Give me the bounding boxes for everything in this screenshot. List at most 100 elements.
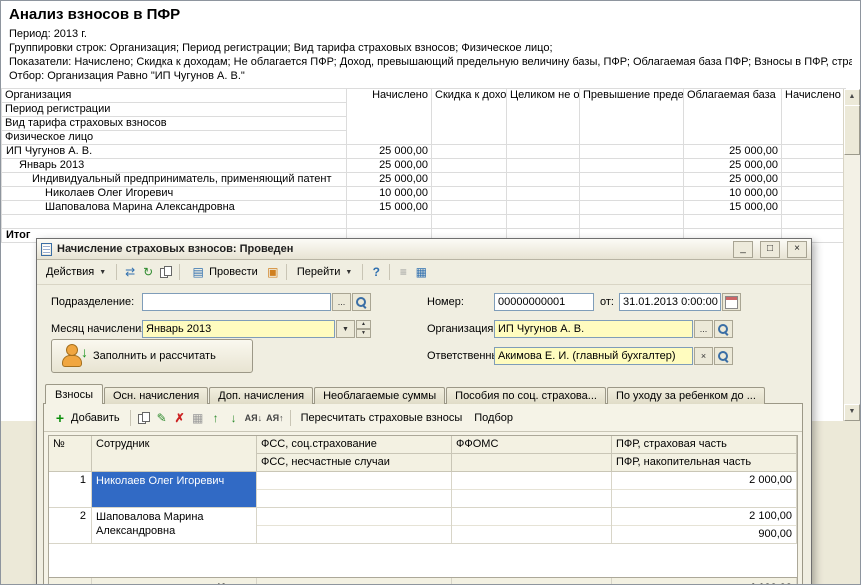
- ffoms-value-bottom[interactable]: [452, 489, 611, 507]
- report-cell[interactable]: [782, 173, 846, 187]
- goto-menu-button[interactable]: Перейти ▼: [292, 264, 358, 280]
- report-cell[interactable]: [432, 173, 507, 187]
- department-search-button[interactable]: [352, 293, 371, 311]
- pfr-value-top[interactable]: 2 100,00: [612, 508, 796, 525]
- report-cell[interactable]: [580, 159, 684, 173]
- report-cell[interactable]: [782, 145, 846, 159]
- ffoms-cell[interactable]: [452, 508, 612, 544]
- fss-value-top[interactable]: [257, 472, 451, 489]
- post-button[interactable]: ▤ Провести: [185, 262, 263, 282]
- copy-row-icon[interactable]: [136, 410, 152, 426]
- scrollbar-thumb[interactable]: [844, 105, 860, 155]
- pfr-value-bottom[interactable]: [612, 489, 796, 507]
- list-settings-icon[interactable]: ≡: [395, 264, 411, 280]
- delete-row-icon[interactable]: ✗: [172, 410, 188, 426]
- report-row-label[interactable]: Индивидуальный предприниматель, применяю…: [2, 173, 347, 187]
- report-cell[interactable]: [432, 215, 507, 229]
- organization-ellipsis-button[interactable]: ...: [694, 320, 713, 338]
- report-row-label[interactable]: [2, 215, 347, 229]
- help-icon[interactable]: ?: [368, 264, 384, 280]
- copy-icon[interactable]: [158, 264, 174, 280]
- ffoms-value-top[interactable]: [452, 508, 611, 525]
- tab-5[interactable]: Пособия по соц. страхова...: [446, 387, 606, 404]
- report-cell[interactable]: [782, 201, 846, 215]
- report-cell[interactable]: 10 000,00: [347, 187, 432, 201]
- organization-search-button[interactable]: [714, 320, 733, 338]
- tab-1[interactable]: Взносы: [45, 384, 103, 404]
- structure-icon[interactable]: ▦: [413, 264, 429, 280]
- report-cell[interactable]: [432, 187, 507, 201]
- fill-and-calculate-button[interactable]: ↓ Заполнить и рассчитать: [51, 339, 253, 373]
- grid-row[interactable]: 2Шаповалова Марина Александровна2 100,00…: [49, 508, 797, 544]
- edit-row-icon[interactable]: ✎: [154, 410, 170, 426]
- add-row-button[interactable]: + Добавить: [47, 408, 125, 428]
- tab-6[interactable]: По уходу за ребенком до ...: [607, 387, 765, 404]
- pfr-cell[interactable]: 2 100,00900,00: [612, 508, 797, 544]
- dialog-titlebar[interactable]: Начисление страховых взносов: Проведен _…: [37, 239, 811, 260]
- tab-4[interactable]: Необлагаемые суммы: [314, 387, 445, 404]
- month-input[interactable]: Январь 2013: [142, 320, 335, 338]
- report-cell[interactable]: [347, 215, 432, 229]
- report-cell[interactable]: [782, 159, 846, 173]
- minimize-button[interactable]: _: [733, 241, 753, 258]
- calendar-button[interactable]: [722, 293, 741, 311]
- recalculate-contributions-button[interactable]: Пересчитать страховые взносы: [296, 410, 468, 426]
- pfr-cell[interactable]: 2 000,00: [612, 472, 797, 508]
- ffoms-value-top[interactable]: [452, 472, 611, 489]
- report-cell[interactable]: [507, 215, 580, 229]
- sort-desc-icon[interactable]: АЯ↑: [265, 410, 284, 426]
- report-cell[interactable]: 25 000,00: [347, 145, 432, 159]
- report-row-label[interactable]: ИП Чугунов А. В.: [2, 145, 347, 159]
- date-input[interactable]: 31.01.2013 0:00:00: [619, 293, 721, 311]
- report-cell[interactable]: [782, 215, 846, 229]
- report-cell[interactable]: [580, 215, 684, 229]
- pfr-value-top[interactable]: 2 000,00: [612, 472, 796, 489]
- report-cell[interactable]: [580, 201, 684, 215]
- scroll-down-button[interactable]: ▼: [844, 404, 860, 421]
- pick-button[interactable]: Подбор: [469, 410, 518, 426]
- spin-down-button[interactable]: ▼: [356, 329, 371, 338]
- department-ellipsis-button[interactable]: ...: [332, 293, 351, 311]
- employee-cell[interactable]: Николаев Олег Игоревич: [92, 472, 257, 508]
- responsible-search-button[interactable]: [714, 347, 733, 365]
- sort-asc-icon[interactable]: АЯ↓: [244, 410, 263, 426]
- report-row-label[interactable]: Николаев Олег Игоревич: [2, 187, 347, 201]
- report-cell[interactable]: 25 000,00: [684, 145, 782, 159]
- pfr-value-bottom[interactable]: 900,00: [612, 525, 796, 543]
- report-cell[interactable]: [684, 215, 782, 229]
- report-cell[interactable]: 25 000,00: [684, 173, 782, 187]
- move-down-icon[interactable]: ↓: [226, 410, 242, 426]
- fss-cell[interactable]: [257, 472, 452, 508]
- move-up-icon[interactable]: ↑: [208, 410, 224, 426]
- responsible-clear-button[interactable]: ×: [694, 347, 713, 365]
- report-cell[interactable]: [580, 173, 684, 187]
- report-cell[interactable]: [507, 201, 580, 215]
- end-edit-icon[interactable]: ▦: [190, 410, 206, 426]
- organization-input[interactable]: ИП Чугунов А. В.: [494, 320, 693, 338]
- report-cell[interactable]: 15 000,00: [684, 201, 782, 215]
- fss-value-top[interactable]: [257, 508, 451, 525]
- month-dropdown-button[interactable]: ▼: [336, 320, 355, 338]
- number-input[interactable]: 00000000001: [494, 293, 594, 311]
- create-based-on-icon[interactable]: ▣: [265, 264, 281, 280]
- report-cell[interactable]: [507, 173, 580, 187]
- scroll-up-button[interactable]: ▲: [844, 89, 860, 106]
- fss-cell[interactable]: [257, 508, 452, 544]
- employee-cell[interactable]: Шаповалова Марина Александровна: [92, 508, 257, 544]
- report-cell[interactable]: [507, 187, 580, 201]
- tab-2[interactable]: Осн. начисления: [104, 387, 208, 404]
- tab-3[interactable]: Доп. начисления: [209, 387, 313, 404]
- report-vertical-scrollbar[interactable]: ▲ ▼: [843, 89, 860, 421]
- responsible-input[interactable]: Акимова Е. И. (главный бухгалтер): [494, 347, 693, 365]
- actions-menu-button[interactable]: Действия ▼: [41, 264, 111, 280]
- maximize-button[interactable]: □: [760, 241, 780, 258]
- report-cell[interactable]: 25 000,00: [347, 159, 432, 173]
- grid-row[interactable]: 1Николаев Олег Игоревич 2 000,00: [49, 472, 797, 508]
- report-row-label[interactable]: Январь 2013: [2, 159, 347, 173]
- row-number-cell[interactable]: 1: [49, 472, 92, 508]
- report-cell[interactable]: [432, 201, 507, 215]
- report-cell[interactable]: [580, 187, 684, 201]
- report-cell[interactable]: [432, 145, 507, 159]
- report-cell[interactable]: [507, 159, 580, 173]
- report-cell[interactable]: [782, 187, 846, 201]
